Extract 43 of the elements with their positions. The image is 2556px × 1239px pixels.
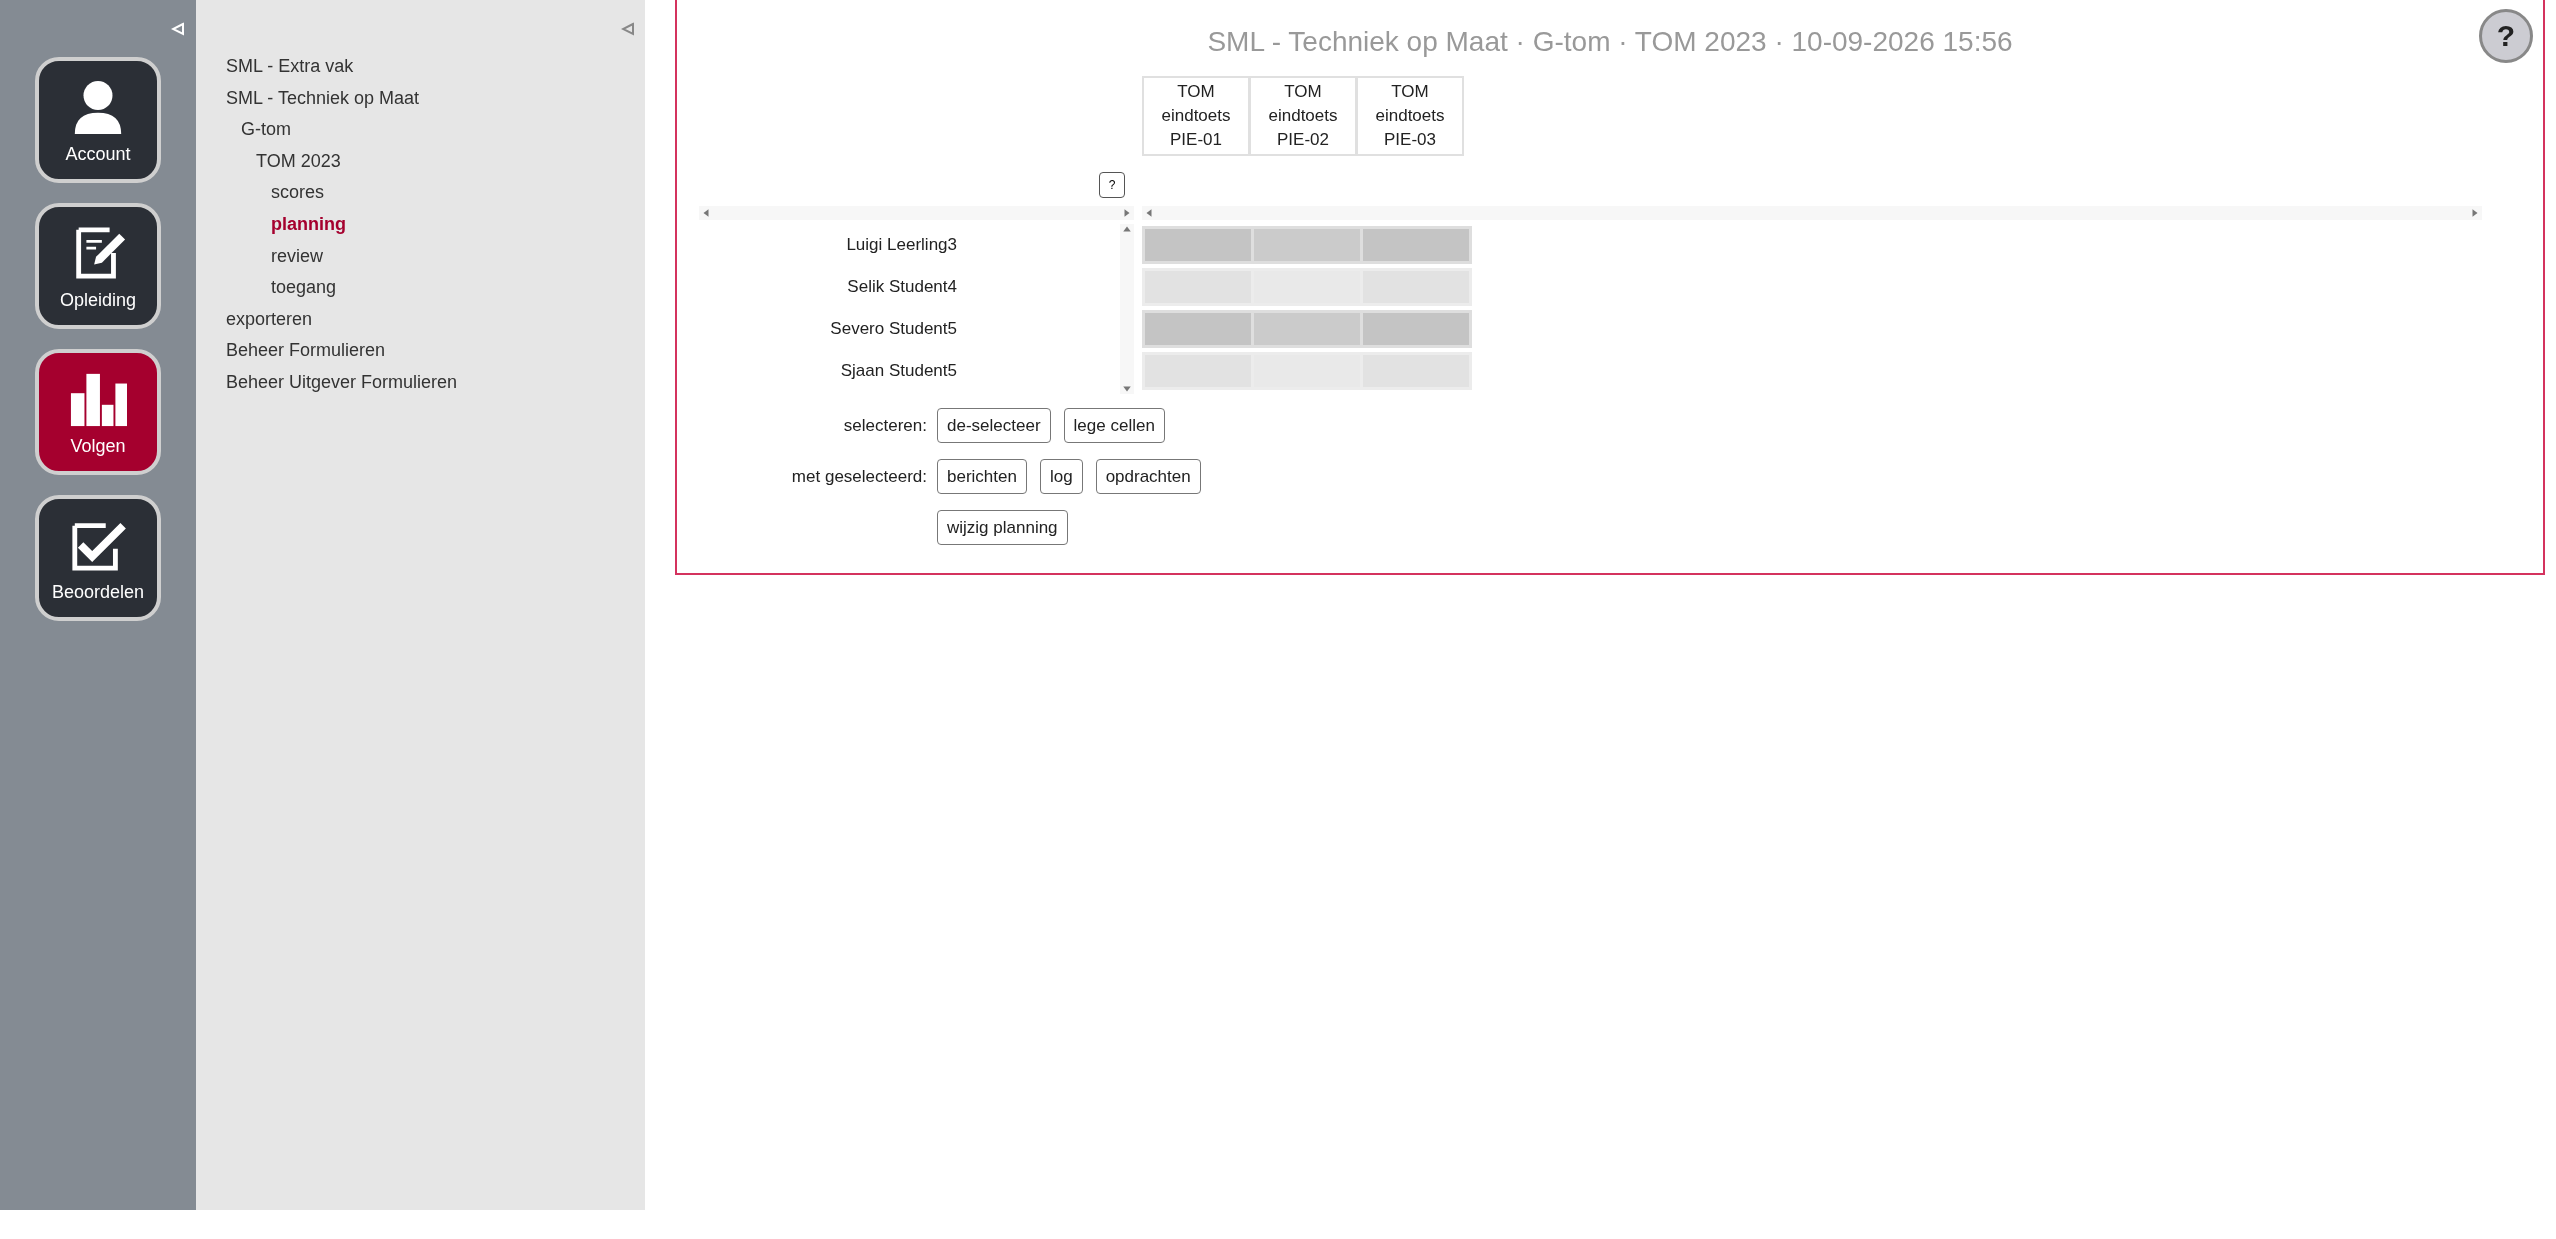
tree-item[interactable]: SML - Extra vak xyxy=(226,51,354,83)
nav-button[interactable]: Account xyxy=(35,57,161,183)
action-label: met geselecteerd: xyxy=(791,466,927,486)
student-name: Severo Student5 xyxy=(829,318,957,340)
nav-button[interactable]: Beoordelen xyxy=(35,495,161,621)
action-button[interactable]: opdrachten xyxy=(1095,459,1201,494)
legend-button[interactable]: ? xyxy=(1099,172,1125,198)
action-button[interactable]: wijzig planning xyxy=(937,510,1068,545)
action-label: selecteren: xyxy=(843,415,927,435)
tree-item[interactable]: review xyxy=(271,240,323,273)
scroll-up-icon[interactable] xyxy=(1122,224,1132,234)
nav-button[interactable]: Opleiding xyxy=(35,203,161,329)
help-button[interactable]: ? xyxy=(2479,9,2533,63)
column-header: TOM eindtoets PIE-02 xyxy=(1251,78,1355,154)
scroll-right-icon[interactable] xyxy=(2470,208,2480,218)
column-header: TOM eindtoets PIE-01 xyxy=(1144,78,1248,154)
student-name: Sjaan Student5 xyxy=(839,360,957,382)
tree-item[interactable]: G-tom xyxy=(241,114,291,146)
scrollbar[interactable] xyxy=(699,206,1134,220)
column-header: TOM eindtoets PIE-03 xyxy=(1358,78,1462,154)
student-name: Luigi Leerling3 xyxy=(845,234,957,256)
scroll-left-icon[interactable] xyxy=(1144,208,1154,218)
scrollbar[interactable] xyxy=(1120,224,1134,394)
scroll-left-icon[interactable] xyxy=(701,208,711,218)
tree-item[interactable]: planning xyxy=(271,208,346,241)
tree-item[interactable]: Beheer Formulieren xyxy=(226,335,386,367)
action-button[interactable]: de-selecteer xyxy=(937,408,1051,443)
nav-button[interactable]: Volgen xyxy=(35,349,161,475)
tree-item[interactable]: toegang xyxy=(271,272,337,304)
tree-item[interactable]: scores xyxy=(271,177,324,209)
scroll-right-icon[interactable] xyxy=(1122,208,1132,218)
scroll-down-icon[interactable] xyxy=(1122,384,1132,394)
action-button[interactable]: lege cellen xyxy=(1063,408,1165,443)
student-name: Selik Student4 xyxy=(846,276,957,298)
action-button[interactable]: log xyxy=(1039,459,1083,494)
tree-item[interactable]: Beheer Uitgever Formulieren xyxy=(226,366,458,399)
action-button[interactable]: berichten xyxy=(937,459,1027,494)
tree-item[interactable]: TOM 2023 xyxy=(256,145,341,178)
page-title: SML - Techniek op Maat · G-tom · TOM 2023 · 10-09-2026 15:56 xyxy=(1207,26,2013,58)
scrollbar[interactable] xyxy=(1142,206,2482,220)
tree-item[interactable]: exporteren xyxy=(226,303,313,336)
collapse-icon[interactable] xyxy=(621,22,635,36)
tree-item[interactable]: SML - Techniek op Maat xyxy=(226,82,420,115)
